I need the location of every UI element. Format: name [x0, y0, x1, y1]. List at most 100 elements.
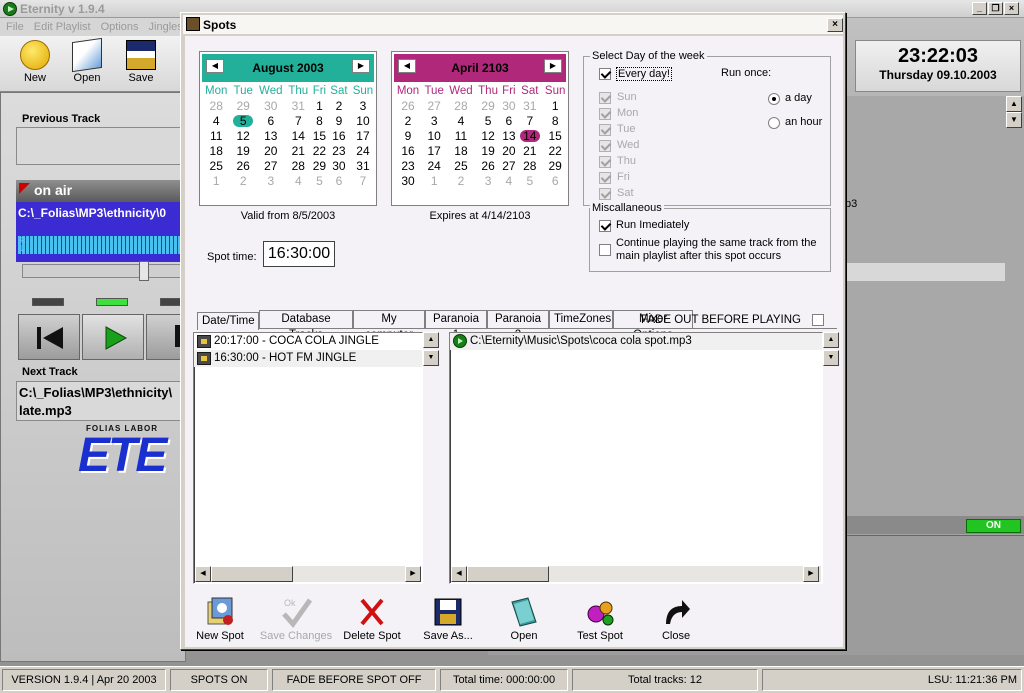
valid-from-day-cell[interactable]: 31 — [350, 158, 376, 173]
list-item[interactable]: C:\Eternity\Music\Spots\coca cola spot.m… — [450, 333, 822, 350]
valid-from-day-cell[interactable]: 9 — [328, 113, 350, 128]
dialog-close-button[interactable]: × — [827, 18, 843, 32]
valid-from-day-cell[interactable]: 7 — [286, 113, 311, 128]
valid-from-day-cell[interactable]: 17 — [350, 128, 376, 143]
save-as-button[interactable]: Save As... — [417, 596, 479, 648]
valid-from-day-cell[interactable]: 29 — [230, 98, 255, 113]
expires-day-cell[interactable]: 24 — [422, 158, 446, 173]
valid-from-day-cell[interactable]: 21 — [286, 143, 311, 158]
run-immediately-checkbox[interactable] — [599, 220, 611, 232]
expires-day-cell[interactable]: 23 — [394, 158, 422, 173]
expires-day-cell[interactable]: 31 — [517, 98, 542, 113]
valid-from-day-cell[interactable]: 22 — [311, 143, 328, 158]
tab-paranoia-2[interactable]: Paranoia 2 — [487, 310, 549, 341]
main-close-button[interactable]: × — [1004, 2, 1019, 15]
scroll-thumb[interactable] — [211, 566, 293, 582]
continue-playing-checkbox[interactable] — [599, 244, 611, 256]
valid-from-day-cell[interactable]: 7 — [350, 173, 376, 188]
next-month-arrow[interactable]: ▶ — [352, 59, 370, 73]
play-button[interactable] — [82, 314, 144, 360]
tab-timezones[interactable]: TimeZones — [549, 310, 613, 328]
tab-database-tracks[interactable]: Database Tracks — [259, 310, 353, 341]
an-hour-radio[interactable] — [768, 117, 780, 129]
expires-day-cell[interactable]: 11 — [446, 128, 475, 143]
files-scroll-up[interactable]: ▲ — [823, 332, 839, 348]
expires-day-cell[interactable]: 28 — [517, 158, 542, 173]
valid-from-calendar[interactable]: August 2003 ◀ ▶ Mon Tue Wed Thu Fri Sat Sun 28 2… — [199, 51, 377, 206]
expires-calendar[interactable]: April 2103 ◀ ▶ Mon Tue Wed Thu Fri Sat Sun 26 27… — [391, 51, 569, 206]
playlist-row[interactable] — [845, 263, 1005, 281]
test-spot-button[interactable]: Test Spot — [569, 596, 631, 648]
valid-from-day-cell[interactable]: 23 — [328, 143, 350, 158]
expires-day-cell[interactable]: 22 — [542, 143, 568, 158]
prev-month-arrow[interactable]: ◀ — [398, 59, 416, 73]
valid-from-day-cell[interactable]: 2 — [230, 173, 255, 188]
expires-day-cell[interactable]: 10 — [422, 128, 446, 143]
expires-day-cell[interactable]: 26 — [394, 98, 422, 113]
valid-from-day-cell[interactable]: 24 — [350, 143, 376, 158]
open-spot-button[interactable]: Open — [493, 596, 555, 648]
expires-day-cell[interactable]: 20 — [500, 143, 517, 158]
valid-from-day-cell[interactable]: 1 — [202, 173, 230, 188]
valid-from-day-cell[interactable]: 3 — [256, 173, 286, 188]
scroll-right-arrow[interactable]: ▶ — [803, 566, 819, 582]
expires-day-cell[interactable]: 28 — [446, 98, 475, 113]
valid-from-day-cell[interactable]: 16 — [328, 128, 350, 143]
expires-day-cell[interactable]: 27 — [422, 98, 446, 113]
files-hscrollbar[interactable]: ◀ ▶ — [451, 566, 821, 582]
valid-from-day-cell[interactable]: 5 — [230, 113, 255, 128]
expires-day-cell[interactable]: 14 — [517, 128, 542, 143]
expires-day-cell[interactable]: 16 — [394, 143, 422, 158]
expires-day-cell[interactable]: 29 — [542, 158, 568, 173]
expires-day-cell[interactable]: 3 — [422, 113, 446, 128]
scroll-left-arrow[interactable]: ◀ — [451, 566, 467, 582]
expires-day-cell[interactable]: 5 — [476, 113, 501, 128]
open-button[interactable]: Open — [64, 37, 110, 90]
save-changes-button[interactable]: Ok Save Changes — [259, 596, 333, 648]
day-checkbox-wed[interactable] — [599, 140, 611, 152]
a-day-radio[interactable] — [768, 93, 780, 105]
playlist-scroll-up[interactable]: ▲ — [1006, 96, 1022, 112]
expires-day-cell[interactable]: 1 — [542, 98, 568, 113]
expires-day-cell[interactable]: 18 — [446, 143, 475, 158]
menu-edit-playlist[interactable]: Edit Playlist — [28, 18, 95, 33]
expires-day-cell[interactable]: 26 — [476, 158, 501, 173]
expires-day-cell[interactable]: 7 — [517, 113, 542, 128]
valid-from-day-cell[interactable]: 12 — [230, 128, 255, 143]
valid-from-day-cell[interactable]: 1 — [311, 98, 328, 113]
tab-my-computer[interactable]: My computer — [353, 310, 425, 341]
expires-day-cell[interactable]: 12 — [476, 128, 501, 143]
save-button[interactable]: Save — [118, 40, 164, 90]
expires-day-cell[interactable]: 27 — [500, 158, 517, 173]
expires-day-cell[interactable]: 9 — [394, 128, 422, 143]
valid-from-day-cell[interactable]: 3 — [350, 98, 376, 113]
files-scroll-down[interactable]: ▼ — [823, 350, 839, 366]
expires-day-cell[interactable]: 17 — [422, 143, 446, 158]
expires-day-cell[interactable]: 6 — [500, 113, 517, 128]
prev-month-arrow[interactable]: ◀ — [206, 59, 224, 73]
every-day-checkbox[interactable] — [599, 68, 611, 80]
new-button[interactable]: New — [12, 40, 58, 90]
spots-hscrollbar[interactable]: ◀ ▶ — [195, 566, 421, 582]
expires-day-cell[interactable]: 5 — [517, 173, 542, 188]
fade-out-checkbox[interactable] — [812, 314, 824, 326]
valid-from-day-cell[interactable]: 14 — [286, 128, 311, 143]
day-checkbox-tue[interactable] — [599, 124, 611, 136]
tab-date-time[interactable]: Date/Time — [197, 312, 259, 330]
day-checkbox-mon[interactable] — [599, 108, 611, 120]
spots-scroll-up[interactable]: ▲ — [423, 332, 439, 348]
scroll-thumb[interactable] — [467, 566, 549, 582]
valid-from-day-cell[interactable]: 18 — [202, 143, 230, 158]
valid-from-day-cell[interactable]: 20 — [256, 143, 286, 158]
playlist-scroll-down[interactable]: ▼ — [1006, 112, 1022, 128]
valid-from-day-cell[interactable]: 31 — [286, 98, 311, 113]
valid-from-day-cell[interactable]: 6 — [256, 113, 286, 128]
expires-day-cell[interactable]: 2 — [446, 173, 475, 188]
next-month-arrow[interactable]: ▶ — [544, 59, 562, 73]
valid-from-day-cell[interactable]: 28 — [202, 98, 230, 113]
previous-button[interactable] — [18, 314, 80, 360]
day-checkbox-sat[interactable] — [599, 188, 611, 200]
valid-from-day-cell[interactable]: 19 — [230, 143, 255, 158]
expires-day-cell[interactable]: 25 — [446, 158, 475, 173]
minimize-button[interactable]: _ — [972, 2, 987, 15]
